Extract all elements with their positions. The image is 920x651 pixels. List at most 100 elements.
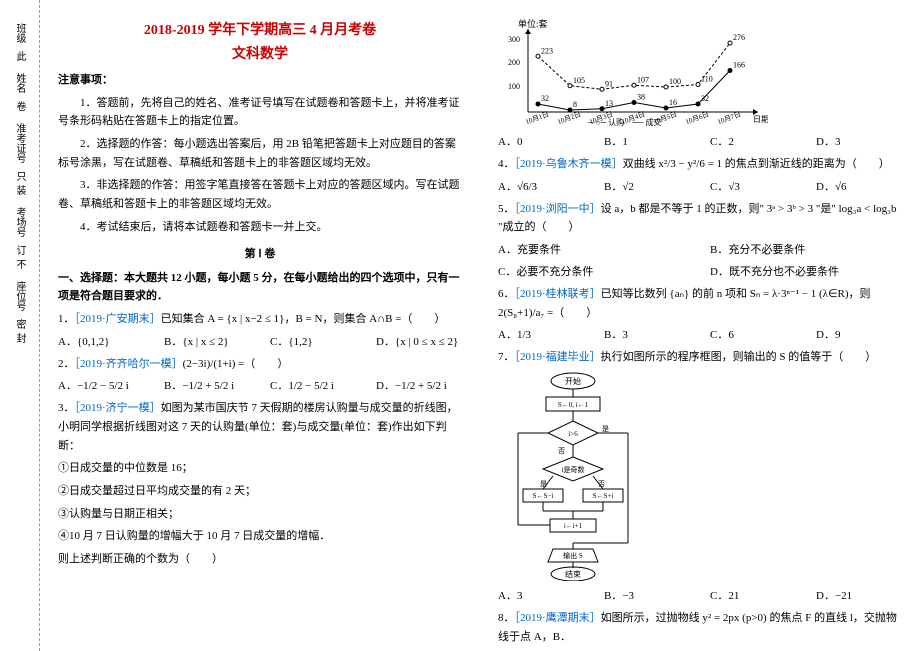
q8-source: ［2019·鹰潭期末］ [515,612,601,624]
q5-b: B．充分不必要条件 [710,241,902,257]
q8: 8．［2019·鹰潭期末］如图所示，过抛物线 y² = 2px (p>0) 的焦… [498,609,902,646]
label-name: 姓名 [12,73,27,93]
q6: 6．［2019·桂林联考］已知等比数列 {aₙ} 的前 n 项和 Sₙ = λ·… [498,285,902,322]
svg-text:16: 16 [669,98,677,107]
svg-text:32: 32 [701,94,709,103]
q3-source: ［2019·济宁一模］ [75,402,161,414]
q6-d: D．9 [816,326,902,342]
section-1-heading: 一、选择题：本大题共 12 小题，每小题 5 分，在每小题给出的四个选项中，只有… [58,269,462,306]
q2-a: A．−1/2 − 5/2 i [58,377,144,393]
q3-options: A．0B．1C．2D．3 [498,133,902,149]
q2-c: C．1/2 − 5/2 i [270,377,356,393]
label-class: 班级 [12,23,27,43]
svg-text:105: 105 [573,76,585,85]
svg-text:输出 S: 输出 S [563,551,583,560]
q1-a: A．{0,1,2} [58,333,144,349]
q2-options: A．−1/2 − 5/2 i B．−1/2 + 5/2 i C．1/2 − 5/2 … [58,377,462,393]
q3o-c: C．2 [710,133,796,149]
mark-zhuang: 装 [12,185,27,199]
q2-source: ［2019·齐齐哈尔一模］ [75,358,183,370]
svg-text:300: 300 [508,35,520,44]
svg-text:107: 107 [637,75,649,84]
notice-4: 4．考试结束后，请将本试题卷和答题卡一并上交。 [58,218,462,237]
mark-bu: 不 [12,259,27,273]
q6-c: C．6 [710,326,796,342]
q5-source: ［2019·浏阳一中］ [515,203,601,215]
svg-text:10月7日: 10月7日 [716,110,742,126]
svg-text:S←S−i: S←S−i [533,492,554,500]
q3o-a: A．0 [498,133,584,149]
q1: 1．［2019·广安期末］已知集合 A = {x | x−2 ≤ 1}，B = … [58,310,462,329]
q3-s4: ④10 月 7 日认购量的增幅大于 10 月 7 日成交量的增幅． [58,527,462,546]
q3-line-chart: 单位:套 300200100 日期 2233210589113107381001… [498,17,902,127]
q5-d: D．既不充分也不必要条件 [710,263,902,279]
svg-text:开始: 开始 [565,376,581,386]
exam-title-1: 2018-2019 学年下学期高三 4 月月考卷 [58,19,462,39]
q7-c: C．21 [710,587,796,603]
svg-text:166: 166 [733,61,745,70]
label-room: 考场号 [12,207,27,237]
q6-source: ［2019·桂林联考］ [515,288,601,300]
q7-b: B．−3 [604,587,690,603]
svg-text:是: 是 [540,480,547,488]
page-columns: 2018-2019 学年下学期高三 4 月月考卷 文科数学 注意事项： 1．答题… [40,0,920,651]
q7-options: A．3B．−3C．21D．−21 [498,587,902,603]
svg-text:38: 38 [637,93,645,102]
q7-source: ［2019·福建毕业］ [515,351,601,363]
q1-stem: 已知集合 A = {x | x−2 ≤ 1}，B = N，则集合 A∩B =（ … [161,313,446,325]
q5-c: C．必要不充分条件 [498,263,690,279]
q1-d: D．{x | 0 ≤ x ≤ 2} [376,333,462,349]
q7-a: A．3 [498,587,584,603]
svg-text:S←S+i: S←S+i [593,492,614,500]
svg-text:i>6: i>6 [568,430,578,438]
binding-margin: 班级 此 姓名 卷 准考证号 只 装 考场号 订 不 座位号 密 封 [0,0,40,651]
q5-options-ab: A．充要条件B．充分不必要条件 [498,241,902,257]
svg-text:100: 100 [508,82,520,91]
xlabel: 日期 [753,115,768,124]
left-column: 2018-2019 学年下学期高三 4 月月考卷 文科数学 注意事项： 1．答题… [40,0,480,651]
q5-options-cd: C．必要不充分条件 D．既不充分也不必要条件 [498,263,902,279]
q6-a: A．1/3 [498,326,584,342]
q1-c: C．{1,2} [270,333,356,349]
svg-text:10月1日: 10月1日 [524,110,550,126]
q3o-d: D．3 [816,133,902,149]
q4-c: C．√3 [710,178,796,194]
notice-1: 1．答题前，先将自己的姓名、准考证号填写在试题卷和答题卡上，并将准考证号条形码粘… [58,94,462,131]
mark-juan: 卷 [12,101,27,115]
notice-heading: 注意事项： [58,71,462,90]
svg-text:10月6日: 10月6日 [684,110,710,126]
label-seat: 座位号 [12,281,27,311]
mark-mi: 密 [12,319,27,333]
q2: 2．［2019·齐齐哈尔一模］(2−3i)/(1+i) =（ ） [58,355,462,374]
svg-text:32: 32 [541,94,549,103]
right-column: 单位:套 300200100 日期 2233210589113107381001… [480,0,920,651]
svg-text:13: 13 [605,99,613,108]
svg-text:110: 110 [701,75,713,84]
ylabel: 单位:套 [518,18,548,29]
q3-s2: ②日成交量超过日平均成交量的有 2 天； [58,482,462,501]
q3-s1: ①日成交量的中位数是 16； [58,459,462,478]
svg-text:276: 276 [733,33,745,42]
svg-text:S←0, i←1: S←0, i←1 [558,401,589,409]
q7: 7．［2019·福建毕业］执行如图所示的程序框图，则输出的 S 的值等于（ ） [498,348,902,367]
q7-flowchart: 开始 S←0, i←1 i>6 是否 i是奇数 是否 S←S−i S←S+i i… [498,371,902,581]
exam-title-2: 文科数学 [58,43,462,63]
q7-stem: 执行如图所示的程序框图，则输出的 S 的值等于（ ） [601,351,877,363]
part-1-heading: 第 Ⅰ 卷 [58,245,462,261]
q4-a: A．√6/3 [498,178,584,194]
q6-options: A．1/3B．3C．6D．9 [498,326,902,342]
mark-feng: 封 [12,333,27,347]
svg-text:─ ○─ 认购 ── 成交: ─ ○─ 认购 ── 成交 [587,117,662,127]
q4-stem: 双曲线 x²/3 − y²/6 = 1 的焦点到渐近线的距离为（ ） [623,158,890,170]
q4-d: D．√6 [816,178,902,194]
svg-text:是: 是 [602,425,609,433]
mark-zhi: 只 [12,171,27,185]
q2-b: B．−1/2 + 5/2 i [164,377,250,393]
q3: 3．［2019·济宁一模］如图为某市国庆节 7 天假期的楼房认购量与成交量的折线… [58,399,462,455]
svg-text:结束: 结束 [565,569,581,579]
svg-text:否: 否 [558,447,565,455]
notice-3: 3．非选择题的作答：用签字笔直接答在答题卡上对应的答题区域内。写在试题卷、草稿纸… [58,176,462,213]
svg-text:i是奇数: i是奇数 [562,465,585,474]
q4-options: A．√6/3B．√2C．√3D．√6 [498,178,902,194]
q4: 4．［2019·乌鲁木齐一模］双曲线 x²/3 − y²/6 = 1 的焦点到渐… [498,155,902,174]
